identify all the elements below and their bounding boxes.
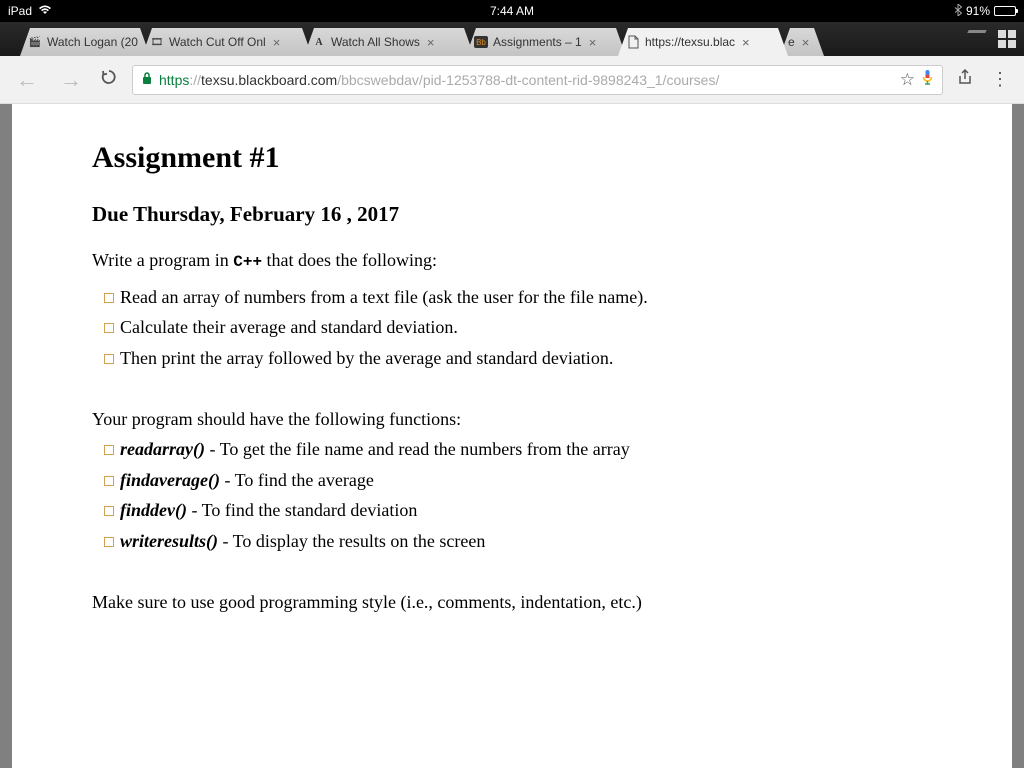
tab-watch-all[interactable]: A Watch All Shows × bbox=[304, 28, 474, 56]
battery-percent: 91% bbox=[966, 4, 990, 18]
forward-button[interactable]: → bbox=[56, 63, 86, 97]
tab-texsu-active[interactable]: https://texsu.blac × bbox=[618, 28, 788, 56]
tab-strip: 🎬 Watch Logan (20 🎞 Watch Cut Off Onl × … bbox=[0, 22, 1024, 56]
tab-assignments[interactable]: Bb Assignments – 1 × bbox=[466, 28, 626, 56]
bluetooth-icon bbox=[954, 4, 962, 19]
tab-switcher-icon[interactable] bbox=[998, 30, 1016, 48]
function-item: writeresults() - To display the results … bbox=[92, 526, 932, 557]
functions-intro: Your program should have the following f… bbox=[92, 404, 932, 435]
checkbox-icon bbox=[104, 476, 114, 486]
checkbox-icon bbox=[104, 323, 114, 333]
film-icon: 🎞 bbox=[150, 35, 164, 49]
share-icon[interactable] bbox=[957, 68, 973, 91]
requirement-item: Calculate their average and standard dev… bbox=[92, 312, 932, 343]
checkbox-icon bbox=[104, 537, 114, 547]
tab-watch-cutoff[interactable]: 🎞 Watch Cut Off Onl × bbox=[142, 28, 312, 56]
mic-icon[interactable] bbox=[921, 69, 934, 90]
bookmark-star-icon[interactable]: ☆ bbox=[900, 70, 915, 90]
closing-note: Make sure to use good programming style … bbox=[92, 587, 932, 618]
lock-icon bbox=[141, 71, 153, 88]
tab-extra[interactable]: e × bbox=[780, 28, 824, 56]
close-icon[interactable]: × bbox=[800, 35, 812, 50]
page-viewport: Assignment #1 Due Thursday, February 16 … bbox=[0, 104, 1024, 768]
requirement-item: Then print the array followed by the ave… bbox=[92, 343, 932, 374]
function-item: readarray() - To get the file name and r… bbox=[92, 434, 932, 465]
clock: 7:44 AM bbox=[490, 4, 534, 18]
blackboard-icon: Bb bbox=[474, 36, 488, 48]
reload-button[interactable] bbox=[100, 68, 118, 91]
back-button[interactable]: ← bbox=[12, 63, 42, 97]
battery-icon bbox=[994, 6, 1016, 16]
device-label: iPad bbox=[8, 4, 32, 18]
intro-text: Write a program in C++ that does the fol… bbox=[92, 245, 932, 276]
checkbox-icon bbox=[104, 506, 114, 516]
close-icon[interactable]: × bbox=[271, 35, 283, 50]
close-icon[interactable]: × bbox=[740, 35, 752, 50]
movie-icon: 🎬 bbox=[28, 35, 42, 49]
wifi-icon bbox=[38, 4, 52, 18]
ios-status-bar: iPad 7:44 AM 91% bbox=[0, 0, 1024, 22]
close-icon[interactable]: × bbox=[587, 35, 599, 50]
minimize-icon[interactable] bbox=[967, 30, 986, 33]
file-icon bbox=[626, 35, 640, 49]
letter-a-icon: A bbox=[312, 35, 326, 49]
document-content: Assignment #1 Due Thursday, February 16 … bbox=[12, 104, 1012, 768]
requirement-item: Read an array of numbers from a text fil… bbox=[92, 282, 932, 313]
due-date: Due Thursday, February 16 , 2017 bbox=[92, 197, 932, 233]
page-title: Assignment #1 bbox=[92, 132, 932, 183]
function-item: findaverage() - To find the average bbox=[92, 465, 932, 496]
close-icon[interactable]: × bbox=[425, 35, 437, 50]
url-text: https://texsu.blackboard.com/bbcswebdav/… bbox=[159, 72, 894, 88]
menu-button[interactable]: ⋮ bbox=[987, 69, 1012, 90]
browser-toolbar: ← → https://texsu.blackboard.com/bbcsweb… bbox=[0, 56, 1024, 104]
checkbox-icon bbox=[104, 445, 114, 455]
address-bar[interactable]: https://texsu.blackboard.com/bbcswebdav/… bbox=[132, 65, 943, 95]
function-item: finddev() - To find the standard deviati… bbox=[92, 495, 932, 526]
checkbox-icon bbox=[104, 354, 114, 364]
checkbox-icon bbox=[104, 293, 114, 303]
tab-watch-logan[interactable]: 🎬 Watch Logan (20 bbox=[20, 28, 150, 56]
